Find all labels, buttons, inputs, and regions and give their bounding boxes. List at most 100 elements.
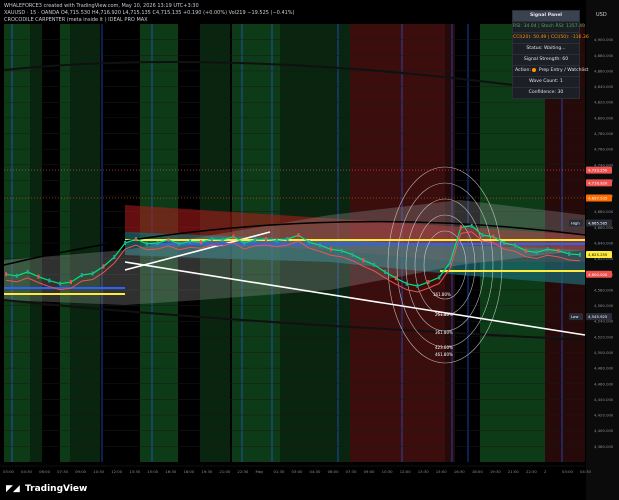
price-axis: 4,900.000 4,880.000 4,860.000 4,840.000 4,82… <box>586 0 619 500</box>
cci-readout: CCI(20): 50.49 | CCI(50): -116.36 <box>513 33 589 44</box>
tradingview-logo-icon: ◤◢ <box>6 484 20 494</box>
candle <box>546 247 549 252</box>
candle <box>568 251 571 256</box>
rsi-readout: RSI: 34.04 | Stoch RSI: 1357.49 <box>513 22 585 33</box>
x-tick-label: 12:00 <box>111 469 123 474</box>
price-axis-bg <box>586 0 619 500</box>
candle <box>340 248 343 253</box>
candle <box>59 281 62 286</box>
x-tick-label: 16:30 <box>454 469 466 474</box>
candle <box>102 264 105 269</box>
x-tick-label: 19:30 <box>490 469 502 474</box>
candle <box>481 233 484 238</box>
price-tag-label: 4,716.920 <box>588 180 608 185</box>
price-tag-label: 4,665.585 <box>588 220 608 225</box>
candle <box>438 275 441 280</box>
x-tick-label: 16:30 <box>165 469 177 474</box>
y-tick-label: 4,420.000 <box>594 413 614 418</box>
y-tick-label: 4,740.000 <box>594 162 614 167</box>
y-tick-label: 4,880.000 <box>594 53 614 58</box>
candle <box>37 274 40 279</box>
action-dot-icon <box>532 67 537 72</box>
action-readout: Action: Prep Entry / Watchlist <box>513 66 588 77</box>
price-tag-label: Low <box>571 314 578 319</box>
price-tag-label: 4,625.255 <box>588 252 608 257</box>
action-value: Prep Entry / Watchlist <box>538 68 589 73</box>
chart-header-line1: WHALEFORCE3 created with TradingView.com… <box>4 3 199 9</box>
x-tick-label: May <box>255 469 264 474</box>
candle <box>308 240 311 245</box>
chart-header-line3: CROCODILE CARPENTER (meta inside it ) ID… <box>4 17 148 23</box>
x-tick-label: 07:30 <box>57 469 69 474</box>
y-tick-label: 4,800.000 <box>594 115 614 120</box>
y-tick-label: 4,400.000 <box>594 428 614 433</box>
x-tick-label: 15:00 <box>436 469 448 474</box>
fib-label: 161.80% <box>433 292 451 297</box>
candle <box>319 243 322 248</box>
x-tick-label: 09:00 <box>364 469 376 474</box>
candle <box>91 271 94 276</box>
x-tick-label: 06:00 <box>328 469 340 474</box>
y-tick-label: 4,480.000 <box>594 366 614 371</box>
x-tick-label: 15:00 <box>147 469 159 474</box>
candle <box>449 260 452 265</box>
y-tick-label: 4,760.000 <box>594 147 614 152</box>
x-tick-label: 21:00 <box>508 469 520 474</box>
fib-label: 261.80% <box>435 312 453 317</box>
y-tick-label: 4,840.000 <box>594 84 614 89</box>
status-readout: Status: Waiting... <box>513 44 579 55</box>
currency-label: USD <box>596 12 607 18</box>
x-tick-label: 13:30 <box>418 469 430 474</box>
candle <box>69 280 72 285</box>
x-tick-label: 18:00 <box>472 469 484 474</box>
candle <box>243 241 246 245</box>
x-tick-label: 21:00 <box>219 469 231 474</box>
y-tick-label: 4,460.000 <box>594 381 614 386</box>
candle <box>113 255 116 260</box>
y-tick-label: 4,640.000 <box>594 241 614 246</box>
x-tick-label: 04:30 <box>580 469 592 474</box>
chart-header-line2: XAUUSD · 15 · OANDA O4,715.530 H4,716.92… <box>4 10 295 16</box>
price-tag-label: 4,600.000 <box>588 272 608 277</box>
x-tick-label: 04:30 <box>21 469 33 474</box>
x-tick-label: 13:30 <box>129 469 141 474</box>
x-tick-label: 03:00 <box>292 469 304 474</box>
candle <box>80 273 83 278</box>
candle <box>156 241 159 245</box>
wave-count-readout: Wave Count: 1 <box>513 77 579 88</box>
candle <box>427 280 430 285</box>
candle <box>15 273 18 278</box>
x-tick-label: 10:30 <box>382 469 394 474</box>
y-tick-label: 4,520.000 <box>594 334 614 339</box>
candle <box>524 248 527 253</box>
y-tick-label: 4,780.000 <box>594 131 614 136</box>
candle <box>470 223 473 228</box>
candle <box>416 284 419 289</box>
brand-name: TradingView <box>24 484 88 494</box>
x-tick-label: 03:00 <box>3 469 15 474</box>
candle <box>384 269 387 274</box>
fib-label: 361.80% <box>435 330 453 335</box>
candle <box>254 237 257 242</box>
candle <box>199 240 202 245</box>
candle <box>373 262 376 267</box>
candle <box>329 247 332 252</box>
tradingview-brand[interactable]: ◤◢ TradingView <box>6 484 87 494</box>
x-tick-label: 09:00 <box>75 469 87 474</box>
y-tick-label: 4,900.000 <box>594 37 614 42</box>
candle <box>167 237 170 242</box>
candle <box>286 237 289 242</box>
candle <box>275 238 278 243</box>
candle <box>221 237 224 242</box>
y-tick-label: 4,580.000 <box>594 287 614 292</box>
candle <box>514 243 517 248</box>
x-tick-label: 01:30 <box>273 469 285 474</box>
x-tick-label: 12:00 <box>400 469 412 474</box>
price-tag-label: 4,733.250 <box>588 168 608 173</box>
candle <box>26 269 29 274</box>
x-tick-label: 18:00 <box>183 469 195 474</box>
candle <box>503 241 506 245</box>
candle <box>134 237 137 242</box>
x-tick-label: 22:30 <box>237 469 249 474</box>
candle <box>145 241 148 246</box>
